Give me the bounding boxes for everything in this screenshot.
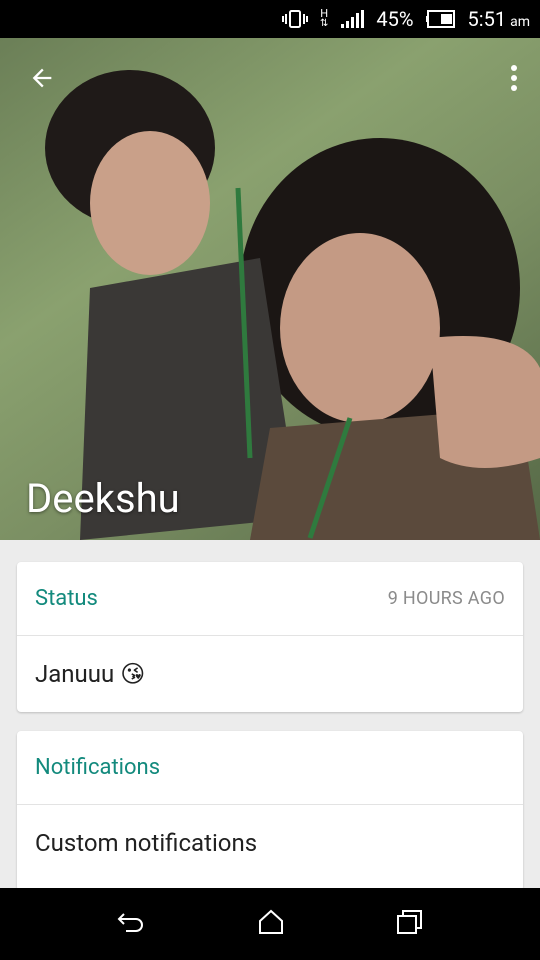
- navigation-bar: [0, 888, 540, 960]
- clock-time: 5:51: [467, 7, 507, 31]
- clock-ampm: am: [510, 14, 530, 30]
- nav-home-icon[interactable]: [257, 909, 285, 939]
- status-title: Status: [35, 586, 98, 611]
- contact-name: Deekshu: [26, 475, 180, 522]
- nav-recents-icon[interactable]: [396, 909, 424, 939]
- signal-icon: [340, 10, 365, 28]
- vibrate-icon: [281, 9, 308, 29]
- status-text-row[interactable]: Januuu 😘: [17, 636, 523, 712]
- status-card: Status 9 HOURS AGO Januuu 😘: [17, 562, 523, 712]
- battery-icon: [425, 10, 456, 28]
- network-type-indicator: H ⇅: [319, 8, 329, 29]
- notifications-card-header: Notifications: [17, 731, 523, 805]
- contact-photo[interactable]: Deekshu: [0, 38, 540, 540]
- data-arrows-icon: ⇅: [319, 18, 329, 29]
- custom-notifications-item[interactable]: Custom notifications: [17, 805, 523, 881]
- notifications-card: Notifications Custom notifications: [17, 731, 523, 891]
- custom-notifications-label: Custom notifications: [35, 829, 258, 857]
- photo-illustration: [45, 70, 540, 540]
- overflow-menu-icon[interactable]: [508, 64, 520, 96]
- battery-percentage: 45%: [376, 7, 414, 31]
- status-time-ago: 9 HOURS AGO: [387, 588, 505, 609]
- status-text: Januuu 😘: [35, 660, 146, 688]
- back-arrow-icon[interactable]: [28, 64, 56, 96]
- status-bar: H ⇅ 45% 5:51 am: [0, 0, 540, 38]
- status-card-header: Status 9 HOURS AGO: [17, 562, 523, 636]
- notifications-title: Notifications: [35, 755, 161, 780]
- nav-back-icon[interactable]: [116, 910, 146, 938]
